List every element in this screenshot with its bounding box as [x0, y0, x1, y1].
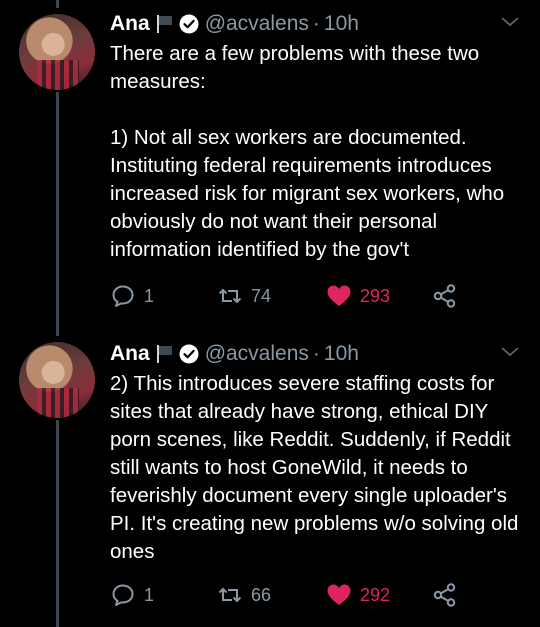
author-name[interactable]: Ana	[110, 12, 150, 36]
chevron-down-icon[interactable]	[500, 14, 520, 30]
share-icon	[433, 284, 456, 308]
like-count: 292	[360, 584, 391, 605]
avatar[interactable]	[19, 14, 95, 90]
author-handle[interactable]: @acvalens	[205, 12, 309, 36]
retweet-count: 66	[251, 584, 272, 605]
retweet-icon	[218, 587, 242, 603]
verified-icon	[179, 14, 199, 34]
like-button[interactable]: 293	[326, 283, 390, 309]
tweet-header: Ana @acvalens · 10h	[110, 340, 520, 368]
tweet-text: 2) This introduces severe staffing costs…	[110, 372, 525, 563]
reply-count: 1	[144, 584, 155, 605]
chevron-down-icon[interactable]	[500, 344, 520, 360]
like-count: 293	[360, 285, 391, 306]
retweet-count: 74	[251, 285, 272, 306]
share-icon	[433, 583, 456, 607]
verified-icon	[179, 344, 199, 364]
reply-button[interactable]: 1	[110, 582, 154, 608]
author-handle[interactable]: @acvalens	[205, 342, 309, 366]
heart-icon	[327, 285, 351, 306]
reply-icon	[112, 285, 134, 307]
author-name[interactable]: Ana	[110, 342, 150, 366]
tweet[interactable]: Ana @acvalens · 10h There are a few prob…	[0, 0, 540, 330]
tweet-header: Ana @acvalens · 10h	[110, 10, 520, 38]
tweet-actions: 1 66 292	[110, 580, 470, 610]
retweet-icon	[218, 288, 242, 304]
reply-button[interactable]: 1	[110, 283, 154, 309]
share-button[interactable]	[432, 582, 458, 608]
reply-count: 1	[144, 285, 155, 306]
flag-icon	[156, 345, 172, 363]
like-button[interactable]: 292	[326, 582, 390, 608]
retweet-button[interactable]: 66	[217, 582, 271, 608]
separator-dot: ·	[312, 12, 320, 35]
retweet-button[interactable]: 74	[217, 283, 271, 309]
timestamp[interactable]: 10h	[324, 342, 359, 366]
avatar[interactable]	[19, 342, 95, 418]
timestamp[interactable]: 10h	[324, 12, 359, 36]
tweet-text: There are a few problems with these two …	[110, 42, 505, 261]
tweet-actions: 1 74 293	[110, 281, 470, 311]
separator-dot: ·	[312, 342, 320, 365]
reply-icon	[112, 584, 134, 606]
heart-icon	[327, 584, 351, 605]
share-button[interactable]	[432, 283, 458, 309]
flag-icon	[156, 15, 172, 33]
tweet[interactable]: Ana @acvalens · 10h 2) This introduces s…	[0, 330, 540, 627]
